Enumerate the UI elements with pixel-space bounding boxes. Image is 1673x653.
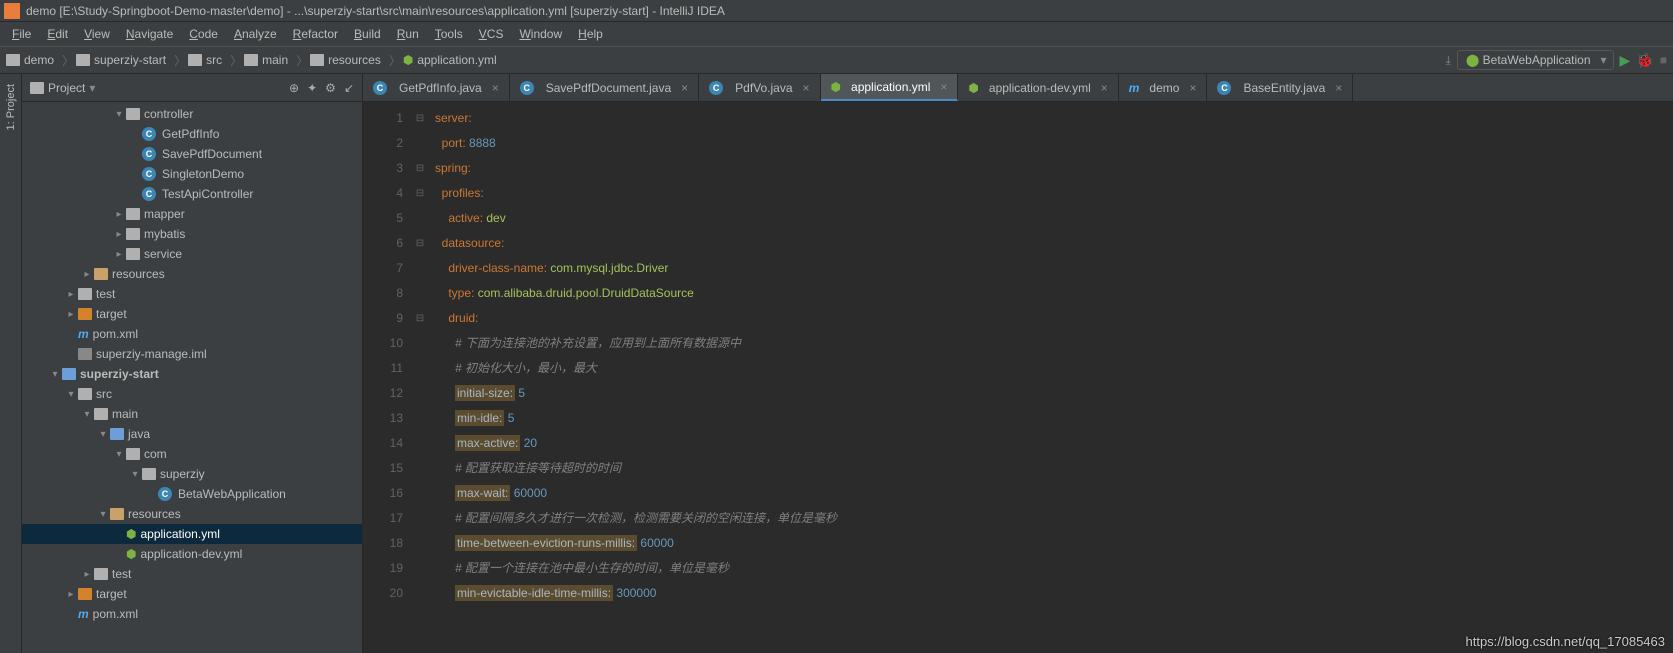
breadcrumb-item[interactable]: resources bbox=[310, 53, 381, 67]
window-title: demo [E:\Study-Springboot-Demo-master\de… bbox=[26, 4, 725, 18]
menu-vcs[interactable]: VCS bbox=[471, 27, 512, 41]
breadcrumb-separator: 〉 bbox=[230, 52, 242, 69]
menu-view[interactable]: View bbox=[76, 27, 118, 41]
tree-item-java[interactable]: ▾java bbox=[22, 424, 362, 444]
menu-edit[interactable]: Edit bbox=[39, 27, 76, 41]
stop-icon[interactable]: ■ bbox=[1660, 53, 1667, 67]
project-sidebar: Project ▾ ⊕ ✦ ⚙ ↙ ▾controllerCGetPdfInfoCSa… bbox=[22, 74, 363, 653]
breadcrumb-separator: 〉 bbox=[62, 52, 74, 69]
menu-code[interactable]: Code bbox=[181, 27, 226, 41]
menu-window[interactable]: Window bbox=[511, 27, 570, 41]
sidebar-tool-icon[interactable]: ↙ bbox=[344, 81, 354, 95]
tree-item-superziy-manage-iml[interactable]: superziy-manage.iml bbox=[22, 344, 362, 364]
title-bar: demo [E:\Study-Springboot-Demo-master\de… bbox=[0, 0, 1673, 22]
tree-item-singletondemo[interactable]: CSingletonDemo bbox=[22, 164, 362, 184]
tree-item-target[interactable]: ▸target bbox=[22, 584, 362, 604]
menu-build[interactable]: Build bbox=[346, 27, 389, 41]
breadcrumb-item[interactable]: ⬢application.yml bbox=[403, 53, 497, 67]
breadcrumb-item[interactable]: demo bbox=[6, 53, 54, 67]
sidebar-header: Project ▾ ⊕ ✦ ⚙ ↙ bbox=[22, 74, 362, 102]
close-icon[interactable]: × bbox=[803, 81, 810, 95]
menu-run[interactable]: Run bbox=[389, 27, 427, 41]
navigation-bar: demo〉superziy-start〉src〉main〉resources〉⬢… bbox=[0, 46, 1673, 74]
tab-savepdfdocument-java[interactable]: CSavePdfDocument.java× bbox=[510, 74, 699, 101]
fold-gutter[interactable]: ⊟⊟⊟⊟⊟ bbox=[413, 102, 427, 653]
project-tool-tab[interactable]: 1: Project bbox=[3, 78, 19, 136]
tab-getpdfinfo-java[interactable]: CGetPdfInfo.java× bbox=[363, 74, 510, 101]
close-icon[interactable]: × bbox=[681, 81, 688, 95]
folder-icon bbox=[30, 82, 44, 94]
close-icon[interactable]: × bbox=[1335, 81, 1342, 95]
source-code[interactable]: server: port: 8888spring: profiles: acti… bbox=[427, 102, 1673, 653]
tree-item-superziy[interactable]: ▾superziy bbox=[22, 464, 362, 484]
tab-application-dev-yml[interactable]: ⬢application-dev.yml× bbox=[958, 74, 1118, 101]
left-gutter: 1: Project bbox=[0, 74, 22, 653]
run-config-selector[interactable]: ⬤ BetaWebApplication bbox=[1457, 50, 1614, 70]
tree-item-test[interactable]: ▸test bbox=[22, 564, 362, 584]
menu-file[interactable]: File bbox=[4, 27, 39, 41]
project-tree[interactable]: ▾controllerCGetPdfInfoCSavePdfDocumentCS… bbox=[22, 102, 362, 653]
tree-item-mybatis[interactable]: ▸mybatis bbox=[22, 224, 362, 244]
tree-item-testapicontroller[interactable]: CTestApiController bbox=[22, 184, 362, 204]
tree-item-superziy-start[interactable]: ▾superziy-start bbox=[22, 364, 362, 384]
sidebar-tool-icon[interactable]: ✦ bbox=[307, 81, 317, 95]
app-icon bbox=[4, 3, 20, 19]
tree-item-betawebapplication[interactable]: CBetaWebApplication bbox=[22, 484, 362, 504]
tree-item-main[interactable]: ▾main bbox=[22, 404, 362, 424]
watermark: https://blog.csdn.net/qq_17085463 bbox=[1466, 634, 1666, 649]
tab-pdfvo-java[interactable]: CPdfVo.java× bbox=[699, 74, 820, 101]
breadcrumb-separator: 〉 bbox=[389, 52, 401, 69]
tree-item-src[interactable]: ▾src bbox=[22, 384, 362, 404]
tree-item-test[interactable]: ▸test bbox=[22, 284, 362, 304]
menu-help[interactable]: Help bbox=[570, 27, 611, 41]
tree-item-resources[interactable]: ▸resources bbox=[22, 264, 362, 284]
breadcrumb-separator: 〉 bbox=[174, 52, 186, 69]
menu-tools[interactable]: Tools bbox=[427, 27, 471, 41]
tree-item-resources[interactable]: ▾resources bbox=[22, 504, 362, 524]
tree-item-pom-xml[interactable]: mpom.xml bbox=[22, 604, 362, 624]
tree-item-mapper[interactable]: ▸mapper bbox=[22, 204, 362, 224]
tree-item-target[interactable]: ▸target bbox=[22, 304, 362, 324]
menu-navigate[interactable]: Navigate bbox=[118, 27, 181, 41]
debug-icon[interactable]: 🐞 bbox=[1636, 52, 1653, 69]
tree-item-service[interactable]: ▸service bbox=[22, 244, 362, 264]
tree-item-pom-xml[interactable]: mpom.xml bbox=[22, 324, 362, 344]
menu-bar[interactable]: FileEditViewNavigateCodeAnalyzeRefactorB… bbox=[0, 22, 1673, 46]
close-icon[interactable]: × bbox=[940, 80, 947, 94]
tree-item-application-dev-yml[interactable]: ⬢application-dev.yml bbox=[22, 544, 362, 564]
breadcrumb-item[interactable]: superziy-start bbox=[76, 53, 166, 67]
tree-item-application-yml[interactable]: ⬢application.yml bbox=[22, 524, 362, 544]
tab-application-yml[interactable]: ⬢application.yml× bbox=[821, 74, 959, 101]
sidebar-tool-icon[interactable]: ⚙ bbox=[325, 81, 336, 95]
tree-item-getpdfinfo[interactable]: CGetPdfInfo bbox=[22, 124, 362, 144]
menu-analyze[interactable]: Analyze bbox=[226, 27, 285, 41]
run-icon[interactable]: ▶ bbox=[1620, 52, 1631, 69]
tree-item-controller[interactable]: ▾controller bbox=[22, 104, 362, 124]
dropdown-icon[interactable]: ▾ bbox=[89, 81, 95, 95]
line-numbers: 1234567891011121314151617181920 bbox=[363, 102, 413, 653]
tab-baseentity-java[interactable]: CBaseEntity.java× bbox=[1207, 74, 1353, 101]
close-icon[interactable]: × bbox=[1189, 81, 1196, 95]
breadcrumb-item[interactable]: src bbox=[188, 53, 222, 67]
tab-demo[interactable]: mdemo× bbox=[1119, 74, 1208, 101]
build-icon[interactable]: ⤓ bbox=[1446, 53, 1451, 68]
breadcrumb-item[interactable]: main bbox=[244, 53, 288, 67]
close-icon[interactable]: × bbox=[492, 81, 499, 95]
sidebar-tool-icon[interactable]: ⊕ bbox=[289, 81, 299, 95]
tree-item-com[interactable]: ▾com bbox=[22, 444, 362, 464]
editor-tabs[interactable]: CGetPdfInfo.java×CSavePdfDocument.java×C… bbox=[363, 74, 1673, 102]
editor-area: CGetPdfInfo.java×CSavePdfDocument.java×C… bbox=[363, 74, 1673, 653]
menu-refactor[interactable]: Refactor bbox=[285, 27, 346, 41]
code-editor[interactable]: 1234567891011121314151617181920 ⊟⊟⊟⊟⊟ se… bbox=[363, 102, 1673, 653]
sidebar-title: Project bbox=[48, 81, 85, 95]
tree-item-savepdfdocument[interactable]: CSavePdfDocument bbox=[22, 144, 362, 164]
breadcrumb-separator: 〉 bbox=[296, 52, 308, 69]
close-icon[interactable]: × bbox=[1101, 81, 1108, 95]
